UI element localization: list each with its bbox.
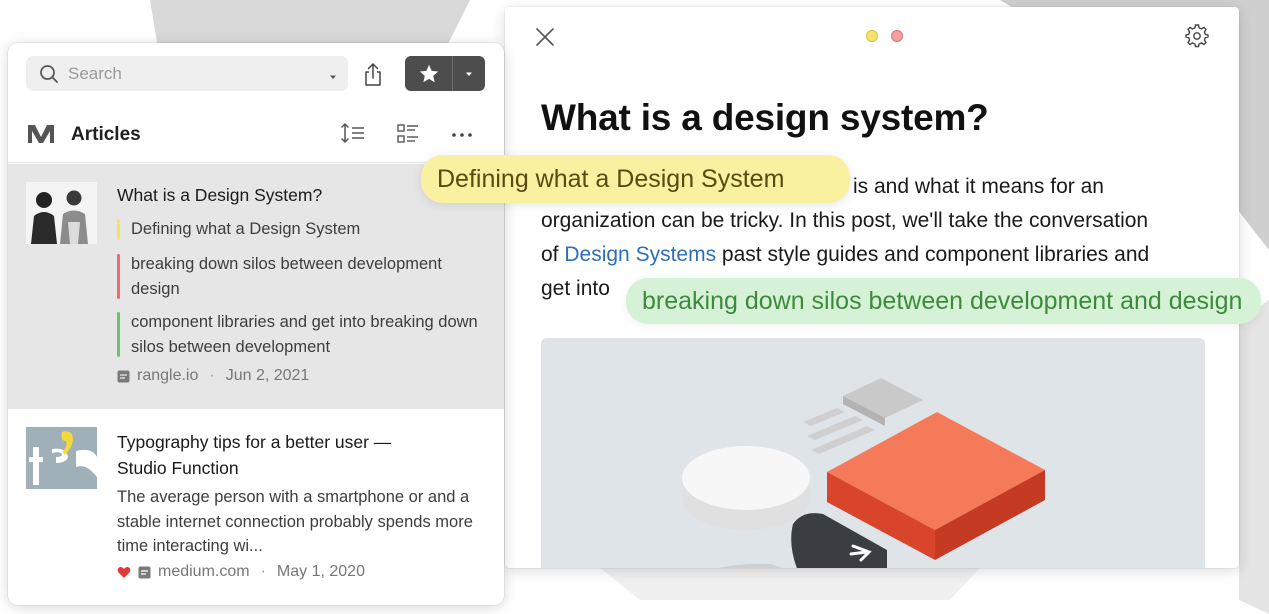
starred-button[interactable]: [405, 56, 452, 91]
highlight-item[interactable]: Defining what a Design System: [117, 217, 492, 242]
article-meta: medium.com · May 1, 2020: [117, 563, 365, 581]
more-button[interactable]: [451, 123, 473, 150]
gear-icon: [1185, 24, 1209, 48]
panel-toolbar: [8, 43, 504, 105]
more-icon: [452, 133, 472, 137]
close-icon: [536, 28, 554, 46]
chevron-down-icon[interactable]: [328, 69, 338, 87]
chevron-down-icon: [466, 72, 472, 76]
settings-button[interactable]: [1185, 24, 1209, 53]
list-view-button[interactable]: [397, 123, 419, 150]
share-icon: [365, 63, 381, 86]
search-icon: [38, 63, 60, 85]
separator: ·: [260, 563, 266, 580]
article-list-item[interactable]: What is a Design System? Defining what a…: [8, 164, 504, 409]
body-text: is and what it means for an: [853, 175, 1104, 198]
body-text: of: [541, 243, 565, 266]
starred-dropdown-button[interactable]: [453, 56, 485, 91]
highlight-bubble-yellow[interactable]: Defining what a Design System: [421, 155, 850, 203]
close-button[interactable]: [534, 26, 556, 53]
article-thumbnail: [26, 182, 97, 244]
article-heading: What is a design system?: [541, 97, 989, 138]
articles-panel: Articles What is a Design System? Defini…: [8, 43, 504, 605]
article-source: rangle.io: [137, 367, 199, 384]
share-button[interactable]: [360, 60, 386, 90]
section-header: Articles: [8, 105, 504, 163]
heart-icon[interactable]: [117, 566, 131, 579]
window-controls: [866, 30, 903, 42]
article-thumbnail: [26, 427, 97, 489]
article-date: May 1, 2020: [276, 563, 365, 580]
section-title: Articles: [71, 124, 141, 145]
article-hero-image: [541, 338, 1205, 568]
highlight-item[interactable]: component libraries and get into breakin…: [117, 310, 492, 359]
article-excerpt: The average person with a smartphone or …: [117, 488, 473, 555]
search-box[interactable]: [26, 56, 348, 91]
search-input[interactable]: [68, 63, 298, 84]
document-icon: [117, 370, 130, 382]
medium-logo: [26, 123, 56, 150]
sort-icon: [341, 123, 364, 143]
article-title: What is a Design System?: [117, 185, 323, 205]
starred-filter-group: [405, 56, 485, 91]
article-title: Typography tips for a better user — Stud…: [117, 432, 392, 478]
highlight-bubble-green[interactable]: breaking down silos between development …: [626, 278, 1261, 324]
highlight-item[interactable]: breaking down silos between development …: [117, 252, 492, 301]
window-dot-red[interactable]: [891, 30, 903, 42]
sort-button[interactable]: [340, 122, 366, 149]
separator: ·: [209, 367, 215, 384]
article-source: medium.com: [158, 563, 250, 580]
document-icon: [138, 566, 151, 578]
article-date: Jun 2, 2021: [225, 367, 310, 384]
body-line: of Design Systems past style guides and …: [541, 238, 1211, 272]
article-list-item[interactable]: Typography tips for a better user — Stud…: [8, 409, 504, 605]
article-meta: rangle.io · Jun 2, 2021: [117, 367, 309, 385]
design-systems-link[interactable]: Design Systems: [564, 243, 716, 266]
list-view-icon: [397, 124, 418, 143]
body-text: past style guides and component librarie…: [716, 243, 1150, 266]
star-icon: [419, 64, 438, 82]
window-dot-yellow[interactable]: [866, 30, 878, 42]
body-line: organization can be tricky. In this post…: [541, 209, 1149, 232]
